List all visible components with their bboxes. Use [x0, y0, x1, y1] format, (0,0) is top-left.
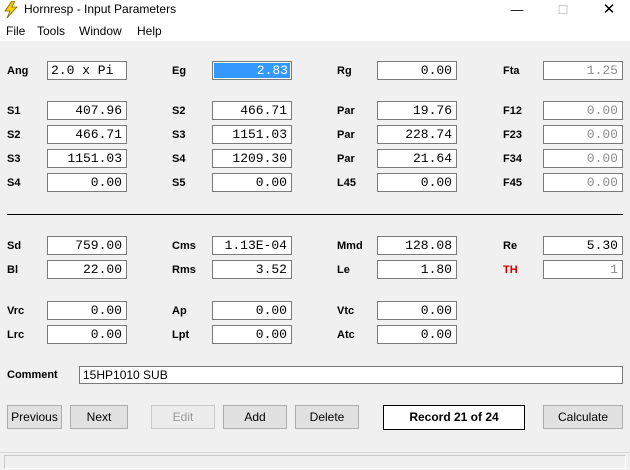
- lrc-label: Lrc: [7, 329, 25, 341]
- s3-col2-field[interactable]: 1151.03: [212, 125, 292, 144]
- fta-label: Fta: [503, 65, 520, 77]
- status-bar: [0, 452, 630, 470]
- f12-field: 0.00: [543, 101, 623, 120]
- ang-label: Ang: [7, 65, 29, 77]
- le-field[interactable]: 1.80: [377, 260, 457, 279]
- s3-label: S3: [7, 153, 21, 165]
- vrc-label: Vrc: [7, 305, 25, 317]
- previous-button[interactable]: Previous: [7, 405, 62, 429]
- s2-col2-field[interactable]: 466.71: [212, 101, 292, 120]
- rms-label: Rms: [172, 264, 196, 276]
- eg-label: Eg: [172, 65, 187, 77]
- lrc-field[interactable]: 0.00: [47, 325, 127, 344]
- f12-label: F12: [503, 105, 522, 117]
- rg-label: Rg: [337, 65, 352, 77]
- s2-field[interactable]: 466.71: [47, 125, 127, 144]
- vtc-label: Vtc: [337, 305, 355, 317]
- eg-value-selected: 2.83: [214, 63, 290, 78]
- record-indicator: Record 21 of 24: [383, 405, 525, 430]
- ang-field[interactable]: 2.0 x Pi: [47, 61, 127, 80]
- rms-field[interactable]: 3.52: [212, 260, 292, 279]
- calculate-button[interactable]: Calculate: [543, 405, 623, 429]
- s5-field[interactable]: 0.00: [212, 173, 292, 192]
- fta-field: 1.25: [543, 61, 623, 80]
- th-label: TH: [503, 264, 518, 276]
- f23-field: 0.00: [543, 125, 623, 144]
- par2-label: Par: [337, 129, 355, 141]
- edit-button: Edit: [151, 405, 215, 429]
- next-button[interactable]: Next: [70, 405, 128, 429]
- par1-label: Par: [337, 105, 355, 117]
- th-field: 1: [543, 260, 623, 279]
- comment-label: Comment: [7, 369, 58, 381]
- par1-field[interactable]: 19.76: [377, 101, 457, 120]
- cms-label: Cms: [172, 240, 196, 252]
- add-button[interactable]: Add: [223, 405, 287, 429]
- eg-field[interactable]: 2.83: [212, 61, 292, 80]
- s1-field[interactable]: 407.96: [47, 101, 127, 120]
- ap-label: Ap: [172, 305, 187, 317]
- le-label: Le: [337, 264, 350, 276]
- par3-field[interactable]: 21.64: [377, 149, 457, 168]
- s3-col2-label: S3: [172, 129, 186, 141]
- lpt-field[interactable]: 0.00: [212, 325, 292, 344]
- atc-field[interactable]: 0.00: [377, 325, 457, 344]
- menu-window[interactable]: Window: [79, 24, 122, 38]
- s2-label: S2: [7, 129, 21, 141]
- mmd-field[interactable]: 128.08: [377, 236, 457, 255]
- maximize-button[interactable]: ☐: [540, 0, 586, 20]
- vrc-field[interactable]: 0.00: [47, 301, 127, 320]
- s4-field[interactable]: 0.00: [47, 173, 127, 192]
- s1-label: S1: [7, 105, 21, 117]
- section-divider: [7, 214, 623, 215]
- menu-tools[interactable]: Tools: [37, 24, 65, 38]
- window-title: Hornresp - Input Parameters: [24, 2, 177, 16]
- par3-label: Par: [337, 153, 355, 165]
- re-label: Re: [503, 240, 518, 252]
- f45-label: F45: [503, 177, 522, 189]
- minimize-button[interactable]: —: [494, 0, 540, 20]
- l45-field[interactable]: 0.00: [377, 173, 457, 192]
- s3-field[interactable]: 1151.03: [47, 149, 127, 168]
- f45-field: 0.00: [543, 173, 623, 192]
- bl-label: Bl: [7, 264, 18, 276]
- s4-label: S4: [7, 177, 21, 189]
- rg-field[interactable]: 0.00: [377, 61, 457, 80]
- lightning-bolt-icon: [4, 1, 18, 18]
- s2-col2-label: S2: [172, 105, 186, 117]
- s5-label: S5: [172, 177, 186, 189]
- lpt-label: Lpt: [172, 329, 190, 341]
- f34-field: 0.00: [543, 149, 623, 168]
- menu-bar: File Tools Window Help: [0, 20, 630, 41]
- sd-field[interactable]: 759.00: [47, 236, 127, 255]
- s4-col2-label: S4: [172, 153, 186, 165]
- cms-field[interactable]: 1.13E-04: [212, 236, 292, 255]
- comment-field[interactable]: 15HP1010 SUB: [79, 366, 623, 384]
- title-bar: Hornresp - Input Parameters — ☐ ✕: [0, 0, 630, 20]
- vtc-field[interactable]: 0.00: [377, 301, 457, 320]
- menu-file[interactable]: File: [6, 24, 25, 38]
- bl-field[interactable]: 22.00: [47, 260, 127, 279]
- menu-help[interactable]: Help: [137, 24, 162, 38]
- status-panel: [4, 455, 626, 469]
- par2-field[interactable]: 228.74: [377, 125, 457, 144]
- s4-col2-field[interactable]: 1209.30: [212, 149, 292, 168]
- atc-label: Atc: [337, 329, 355, 341]
- ap-field[interactable]: 0.00: [212, 301, 292, 320]
- sd-label: Sd: [7, 240, 22, 252]
- f23-label: F23: [503, 129, 522, 141]
- f34-label: F34: [503, 153, 522, 165]
- close-button[interactable]: ✕: [586, 0, 630, 20]
- l45-label: L45: [337, 177, 356, 189]
- re-field[interactable]: 5.30: [543, 236, 623, 255]
- delete-button[interactable]: Delete: [295, 405, 359, 429]
- mmd-label: Mmd: [337, 240, 363, 252]
